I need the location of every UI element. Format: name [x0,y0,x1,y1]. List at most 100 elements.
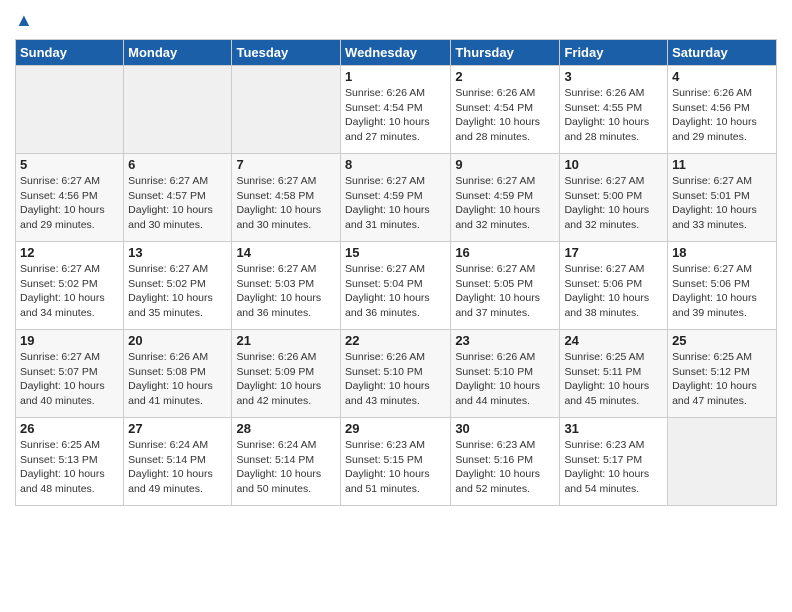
day-number: 17 [564,245,663,260]
calendar-cell: 2 Sunrise: 6:26 AMSunset: 4:54 PMDayligh… [451,66,560,154]
calendar-cell: 28 Sunrise: 6:24 AMSunset: 5:14 PMDaylig… [232,418,341,506]
calendar-week-2: 5 Sunrise: 6:27 AMSunset: 4:56 PMDayligh… [16,154,777,242]
day-number: 27 [128,421,227,436]
calendar-cell: 10 Sunrise: 6:27 AMSunset: 5:00 PMDaylig… [560,154,668,242]
day-info: Sunrise: 6:26 AMSunset: 4:55 PMDaylight:… [564,86,663,145]
day-number: 4 [672,69,772,84]
header: ▲ [15,10,777,31]
day-info: Sunrise: 6:27 AMSunset: 5:01 PMDaylight:… [672,174,772,233]
day-number: 25 [672,333,772,348]
day-number: 22 [345,333,446,348]
calendar-cell [668,418,777,506]
calendar-cell: 19 Sunrise: 6:27 AMSunset: 5:07 PMDaylig… [16,330,124,418]
calendar-cell: 4 Sunrise: 6:26 AMSunset: 4:56 PMDayligh… [668,66,777,154]
day-number: 2 [455,69,555,84]
day-number: 13 [128,245,227,260]
calendar-cell: 26 Sunrise: 6:25 AMSunset: 5:13 PMDaylig… [16,418,124,506]
calendar-cell: 6 Sunrise: 6:27 AMSunset: 4:57 PMDayligh… [124,154,232,242]
calendar-cell: 27 Sunrise: 6:24 AMSunset: 5:14 PMDaylig… [124,418,232,506]
calendar-table: SundayMondayTuesdayWednesdayThursdayFrid… [15,39,777,506]
day-info: Sunrise: 6:27 AMSunset: 5:06 PMDaylight:… [564,262,663,321]
calendar-cell: 16 Sunrise: 6:27 AMSunset: 5:05 PMDaylig… [451,242,560,330]
calendar-cell: 14 Sunrise: 6:27 AMSunset: 5:03 PMDaylig… [232,242,341,330]
calendar-cell: 22 Sunrise: 6:26 AMSunset: 5:10 PMDaylig… [341,330,451,418]
day-number: 6 [128,157,227,172]
logo: ▲ [15,10,33,31]
calendar-cell: 30 Sunrise: 6:23 AMSunset: 5:16 PMDaylig… [451,418,560,506]
day-info: Sunrise: 6:27 AMSunset: 5:06 PMDaylight:… [672,262,772,321]
calendar-cell [16,66,124,154]
day-number: 31 [564,421,663,436]
calendar-cell: 18 Sunrise: 6:27 AMSunset: 5:06 PMDaylig… [668,242,777,330]
calendar-cell: 9 Sunrise: 6:27 AMSunset: 4:59 PMDayligh… [451,154,560,242]
calendar-cell: 24 Sunrise: 6:25 AMSunset: 5:11 PMDaylig… [560,330,668,418]
day-number: 12 [20,245,119,260]
calendar-cell: 1 Sunrise: 6:26 AMSunset: 4:54 PMDayligh… [341,66,451,154]
day-info: Sunrise: 6:25 AMSunset: 5:12 PMDaylight:… [672,350,772,409]
calendar-week-4: 19 Sunrise: 6:27 AMSunset: 5:07 PMDaylig… [16,330,777,418]
day-number: 28 [236,421,336,436]
day-number: 5 [20,157,119,172]
day-info: Sunrise: 6:23 AMSunset: 5:15 PMDaylight:… [345,438,446,497]
weekday-header-thursday: Thursday [451,40,560,66]
calendar-cell: 17 Sunrise: 6:27 AMSunset: 5:06 PMDaylig… [560,242,668,330]
day-info: Sunrise: 6:23 AMSunset: 5:16 PMDaylight:… [455,438,555,497]
weekday-header-friday: Friday [560,40,668,66]
day-info: Sunrise: 6:27 AMSunset: 4:57 PMDaylight:… [128,174,227,233]
day-number: 7 [236,157,336,172]
day-number: 8 [345,157,446,172]
day-number: 9 [455,157,555,172]
weekday-header-sunday: Sunday [16,40,124,66]
day-info: Sunrise: 6:27 AMSunset: 4:59 PMDaylight:… [345,174,446,233]
day-info: Sunrise: 6:27 AMSunset: 5:04 PMDaylight:… [345,262,446,321]
day-info: Sunrise: 6:27 AMSunset: 5:07 PMDaylight:… [20,350,119,409]
calendar-cell: 13 Sunrise: 6:27 AMSunset: 5:02 PMDaylig… [124,242,232,330]
calendar-cell [232,66,341,154]
calendar-cell: 5 Sunrise: 6:27 AMSunset: 4:56 PMDayligh… [16,154,124,242]
day-info: Sunrise: 6:27 AMSunset: 5:00 PMDaylight:… [564,174,663,233]
weekday-header-wednesday: Wednesday [341,40,451,66]
calendar-week-3: 12 Sunrise: 6:27 AMSunset: 5:02 PMDaylig… [16,242,777,330]
day-info: Sunrise: 6:27 AMSunset: 5:02 PMDaylight:… [20,262,119,321]
page-container: ▲ SundayMondayTuesdayWednesdayThursdayFr… [0,0,792,516]
day-info: Sunrise: 6:25 AMSunset: 5:11 PMDaylight:… [564,350,663,409]
day-info: Sunrise: 6:26 AMSunset: 5:09 PMDaylight:… [236,350,336,409]
calendar-cell: 12 Sunrise: 6:27 AMSunset: 5:02 PMDaylig… [16,242,124,330]
day-number: 11 [672,157,772,172]
day-number: 26 [20,421,119,436]
day-info: Sunrise: 6:26 AMSunset: 5:10 PMDaylight:… [345,350,446,409]
calendar-cell: 31 Sunrise: 6:23 AMSunset: 5:17 PMDaylig… [560,418,668,506]
day-info: Sunrise: 6:26 AMSunset: 4:56 PMDaylight:… [672,86,772,145]
calendar-week-1: 1 Sunrise: 6:26 AMSunset: 4:54 PMDayligh… [16,66,777,154]
day-info: Sunrise: 6:23 AMSunset: 5:17 PMDaylight:… [564,438,663,497]
day-info: Sunrise: 6:24 AMSunset: 5:14 PMDaylight:… [128,438,227,497]
day-number: 19 [20,333,119,348]
day-info: Sunrise: 6:27 AMSunset: 5:05 PMDaylight:… [455,262,555,321]
weekday-header-saturday: Saturday [668,40,777,66]
day-number: 24 [564,333,663,348]
calendar-cell: 7 Sunrise: 6:27 AMSunset: 4:58 PMDayligh… [232,154,341,242]
day-info: Sunrise: 6:27 AMSunset: 5:02 PMDaylight:… [128,262,227,321]
calendar-cell: 8 Sunrise: 6:27 AMSunset: 4:59 PMDayligh… [341,154,451,242]
calendar-cell [124,66,232,154]
day-number: 18 [672,245,772,260]
calendar-cell: 23 Sunrise: 6:26 AMSunset: 5:10 PMDaylig… [451,330,560,418]
day-number: 23 [455,333,555,348]
day-number: 10 [564,157,663,172]
day-info: Sunrise: 6:27 AMSunset: 5:03 PMDaylight:… [236,262,336,321]
day-info: Sunrise: 6:26 AMSunset: 4:54 PMDaylight:… [345,86,446,145]
calendar-week-5: 26 Sunrise: 6:25 AMSunset: 5:13 PMDaylig… [16,418,777,506]
day-number: 16 [455,245,555,260]
weekday-header-monday: Monday [124,40,232,66]
day-info: Sunrise: 6:24 AMSunset: 5:14 PMDaylight:… [236,438,336,497]
calendar-cell: 25 Sunrise: 6:25 AMSunset: 5:12 PMDaylig… [668,330,777,418]
day-info: Sunrise: 6:27 AMSunset: 4:58 PMDaylight:… [236,174,336,233]
calendar-cell: 15 Sunrise: 6:27 AMSunset: 5:04 PMDaylig… [341,242,451,330]
weekday-header-tuesday: Tuesday [232,40,341,66]
day-info: Sunrise: 6:26 AMSunset: 5:08 PMDaylight:… [128,350,227,409]
day-number: 3 [564,69,663,84]
day-number: 21 [236,333,336,348]
day-number: 30 [455,421,555,436]
day-number: 14 [236,245,336,260]
calendar-cell: 20 Sunrise: 6:26 AMSunset: 5:08 PMDaylig… [124,330,232,418]
